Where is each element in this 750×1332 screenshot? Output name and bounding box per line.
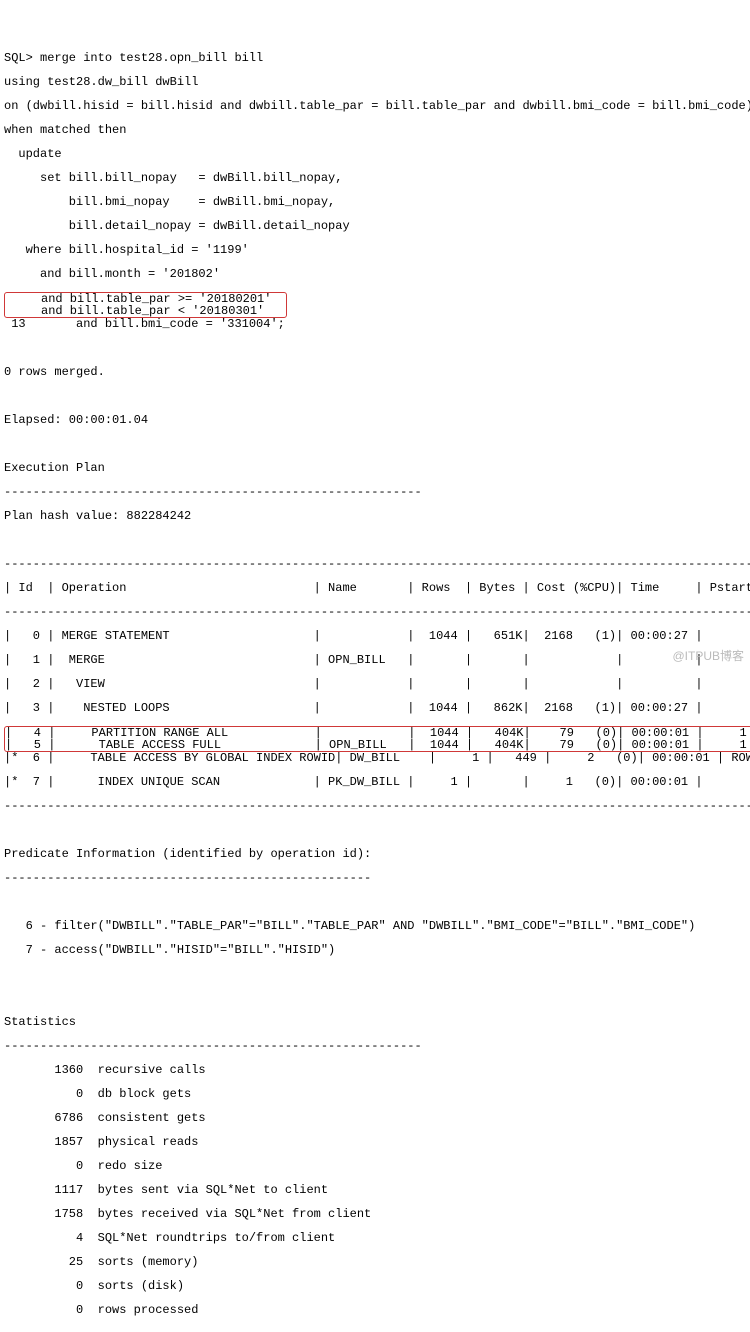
separator: ----------------------------------------… <box>4 1040 746 1052</box>
stat-line: 0 redo size <box>4 1160 746 1172</box>
stat-line: 4 SQL*Net roundtrips to/from client <box>4 1232 746 1244</box>
sql-line: bill.bmi_nopay = dwBill.bmi_nopay, <box>4 196 746 208</box>
stat-line: 1117 bytes sent via SQL*Net to client <box>4 1184 746 1196</box>
predicate-line: 7 - access("DWBILL"."HISID"="BILL"."HISI… <box>4 944 746 956</box>
plan-header: | Id | Operation | Name | Rows | Bytes |… <box>4 582 746 594</box>
sql-highlight-line: and bill.table_par < '20180301' <box>5 304 286 318</box>
stat-line: 25 sorts (memory) <box>4 1256 746 1268</box>
plan-row-highlight: | 5 | TABLE ACCESS FULL | OPN_BILL | 104… <box>5 738 750 752</box>
predicate-title: Predicate Information (identified by ope… <box>4 848 746 860</box>
sql-line: bill.detail_nopay = dwBill.detail_nopay <box>4 220 746 232</box>
stat-line: 6786 consistent gets <box>4 1112 746 1124</box>
plan-border: ----------------------------------------… <box>4 606 746 618</box>
sql-line: using test28.dw_bill dwBill <box>4 76 746 88</box>
blank-line <box>4 390 746 402</box>
plan-row: | 0 | MERGE STATEMENT | | 1044 | 651K| 2… <box>4 630 746 642</box>
separator: ----------------------------------------… <box>4 872 746 884</box>
sql-line: when matched then <box>4 124 746 136</box>
plan-row: |* 7 | INDEX UNIQUE SCAN | PK_DW_BILL | … <box>4 776 746 788</box>
elapsed-time: Elapsed: 00:00:01.04 <box>4 414 746 426</box>
predicate-line: 6 - filter("DWBILL"."TABLE_PAR"="BILL"."… <box>4 920 746 932</box>
blank-line <box>4 438 746 450</box>
sql-line: set bill.bill_nopay = dwBill.bill_nopay, <box>4 172 746 184</box>
sql-line: 13 and bill.bmi_code = '331004'; <box>4 318 746 330</box>
rows-merged: 0 rows merged. <box>4 366 746 378</box>
blank-line <box>4 342 746 354</box>
stat-line: 0 db block gets <box>4 1088 746 1100</box>
plan-row: |* 6 | TABLE ACCESS BY GLOBAL INDEX ROWI… <box>4 752 746 764</box>
separator: ----------------------------------------… <box>4 486 746 498</box>
blank-line <box>4 824 746 836</box>
blank-line <box>4 968 746 980</box>
plan-border: ----------------------------------------… <box>4 800 746 812</box>
sql-line: where bill.hospital_id = '1199' <box>4 244 746 256</box>
sql-line: update <box>4 148 746 160</box>
plan-row: | 1 | MERGE | OPN_BILL | | | | | | | <box>4 654 746 666</box>
blank-line <box>4 992 746 1004</box>
stat-line: 0 sorts (disk) <box>4 1280 746 1292</box>
blank-line <box>4 534 746 546</box>
stat-line: 1360 recursive calls <box>4 1064 746 1076</box>
sql-line: and bill.month = '201802' <box>4 268 746 280</box>
highlight-box-1: and bill.table_par >= '20180201' and bil… <box>4 292 287 318</box>
stat-line: 1758 bytes received via SQL*Net from cli… <box>4 1208 746 1220</box>
plan-hash: Plan hash value: 882284242 <box>4 510 746 522</box>
highlight-box-2: | 4 | PARTITION RANGE ALL | | 1044 | 404… <box>4 726 750 752</box>
execution-plan-title: Execution Plan <box>4 462 746 474</box>
sql-line: SQL> merge into test28.opn_bill bill <box>4 52 746 64</box>
sql-line: on (dwbill.hisid = bill.hisid and dwbill… <box>4 100 746 112</box>
stat-line: 0 rows processed <box>4 1304 746 1316</box>
watermark: @ITPUB博客 <box>672 650 744 662</box>
plan-row: | 3 | NESTED LOOPS | | 1044 | 862K| 2168… <box>4 702 746 714</box>
blank-line <box>4 896 746 908</box>
plan-row: | 2 | VIEW | | | | | | | | <box>4 678 746 690</box>
stat-line: 1857 physical reads <box>4 1136 746 1148</box>
plan-border: ----------------------------------------… <box>4 558 746 570</box>
statistics-title: Statistics <box>4 1016 746 1028</box>
